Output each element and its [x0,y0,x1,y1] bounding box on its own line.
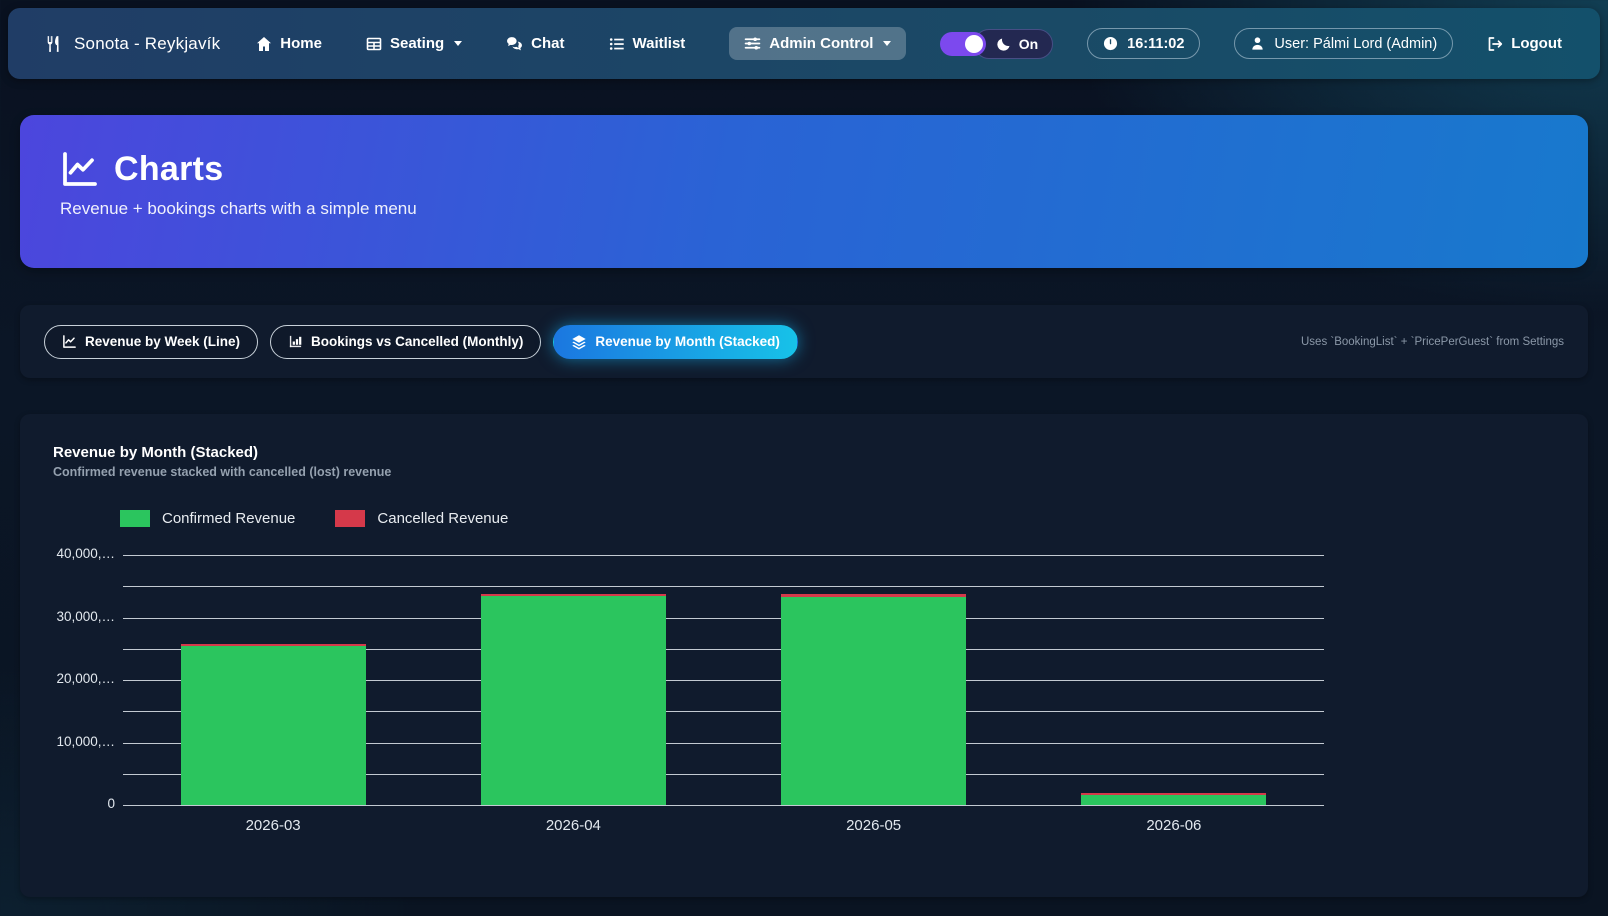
page-subtitle: Revenue + bookings charts with a simple … [60,199,1548,219]
user-badge: User: Pálmi Lord (Admin) [1234,28,1453,59]
chart-menu-hint: Uses `BookingList` + `PricePerGuest` fro… [1301,336,1564,348]
nav-item-chat[interactable]: Chat [506,35,564,52]
nav-links: Home Seating Chat Waitlist Admin Cont [256,27,906,60]
home-icon [256,36,272,52]
sliders-icon [744,35,761,52]
list-icon [609,36,625,52]
chart-button-label: Revenue by Week (Line) [85,334,240,349]
moon-icon [997,36,1012,51]
bar-cancelled-2026-04[interactable] [481,594,666,596]
gridline [123,805,1324,806]
chart-subtitle: Confirmed revenue stacked with cancelled… [53,465,391,479]
chart-card: Revenue by Month (Stacked) Confirmed rev… [20,414,1588,897]
page-header: Charts Revenue + bookings charts with a … [20,115,1588,268]
chart-plot: 010,000,…20,000,…30,000,…40,000,…2026-03… [123,555,1324,805]
chevron-down-icon [454,41,462,46]
navbar: Sonota - Reykjavík Home Seating Chat [8,8,1600,79]
nav-item-label: Chat [531,35,564,52]
gridline [123,618,1324,619]
page-title: Charts [114,150,224,189]
x-axis-tick-label: 2026-06 [1114,817,1234,834]
logout-button[interactable]: Logout [1487,35,1562,52]
line-chart-icon [62,334,77,349]
logout-icon [1487,36,1503,52]
layers-icon [571,334,587,350]
legend-item-confirmed[interactable]: Confirmed Revenue [120,510,295,527]
gridline [123,586,1324,587]
chevron-down-icon [883,41,891,46]
utensils-icon [46,35,64,53]
y-axis-tick-label: 30,000,… [53,609,115,624]
theme-state-label: On [1019,36,1038,52]
nav-item-waitlist[interactable]: Waitlist [609,35,686,52]
nav-item-label: Seating [390,35,444,52]
chat-icon [506,35,523,52]
chart-menu-buttons: Revenue by Week (Line) Bookings vs Cance… [44,325,798,359]
bar-confirmed-2026-06[interactable] [1081,795,1266,805]
bar-cancelled-2026-06[interactable] [1081,793,1266,795]
bar-confirmed-2026-05[interactable] [781,597,966,805]
chart-line-icon [60,149,100,189]
bar-confirmed-2026-03[interactable] [181,646,366,805]
x-axis-tick-label: 2026-04 [513,817,633,834]
nav-item-seating[interactable]: Seating [366,35,462,52]
theme-toggle-switch[interactable] [940,32,986,56]
logout-label: Logout [1511,35,1562,52]
navbar-right: On 16:11:02 User: Pálmi Lord (Admin) Log… [940,28,1562,59]
clock-icon [1103,36,1118,51]
legend-swatch-confirmed [120,510,150,527]
x-axis-tick-label: 2026-03 [213,817,333,834]
chart-button-revenue-month-stacked[interactable]: Revenue by Month (Stacked) [553,325,798,359]
y-axis-tick-label: 20,000,… [53,671,115,686]
legend-item-cancelled[interactable]: Cancelled Revenue [335,510,508,527]
chart-button-revenue-week[interactable]: Revenue by Week (Line) [44,325,258,359]
chart-title: Revenue by Month (Stacked) [53,444,258,461]
legend-label: Confirmed Revenue [162,510,295,527]
nav-item-label: Waitlist [633,35,686,52]
nav-item-home[interactable]: Home [256,35,322,52]
person-icon [1250,36,1265,51]
x-axis-tick-label: 2026-05 [814,817,934,834]
legend-label: Cancelled Revenue [377,510,508,527]
brand-label: Sonota - Reykjavík [74,34,220,54]
y-axis-tick-label: 10,000,… [53,734,115,749]
legend-swatch-cancelled [335,510,365,527]
chart-button-bookings-cancelled[interactable]: Bookings vs Cancelled (Monthly) [270,325,541,359]
bar-cancelled-2026-03[interactable] [181,644,366,646]
chart-button-label: Revenue by Month (Stacked) [595,334,780,349]
y-axis-tick-label: 0 [53,796,115,811]
bar-confirmed-2026-04[interactable] [481,596,666,805]
chart-legend: Confirmed Revenue Cancelled Revenue [120,510,508,527]
y-axis-tick-label: 40,000,… [53,546,115,561]
bar-cancelled-2026-05[interactable] [781,594,966,597]
clock-value: 16:11:02 [1127,36,1184,52]
bar-chart-icon [288,334,303,349]
nav-item-admin-control[interactable]: Admin Control [729,27,906,60]
gridline [123,555,1324,556]
chart-menu-card: Revenue by Week (Line) Bookings vs Cance… [20,305,1588,378]
nav-item-label: Admin Control [769,35,873,52]
theme-toggle-group: On [940,29,1053,59]
chart-button-label: Bookings vs Cancelled (Monthly) [311,334,523,349]
nav-item-label: Home [280,35,322,52]
user-label: User: Pálmi Lord (Admin) [1274,36,1437,52]
table-grid-icon [366,36,382,52]
brand[interactable]: Sonota - Reykjavík [46,34,220,54]
clock-badge: 16:11:02 [1087,28,1200,59]
toggle-knob [965,35,983,53]
